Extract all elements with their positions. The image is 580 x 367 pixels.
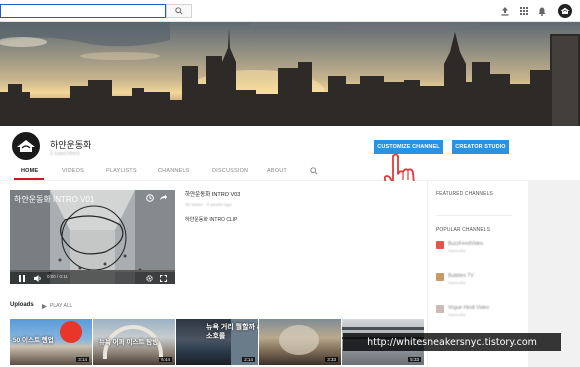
channel-avatar <box>436 273 444 281</box>
channel-avatar <box>436 305 444 313</box>
video-duration: 3:33 <box>325 357 338 362</box>
featured-video-description: 하얀운동화 INTRO CLIP <box>185 217 238 223</box>
tab-discussion[interactable]: DISCUSSION <box>212 168 248 174</box>
active-tab-indicator <box>14 178 44 180</box>
account-avatar[interactable] <box>558 4 572 18</box>
watch-later-icon[interactable] <box>144 192 156 204</box>
subscribe-label[interactable]: Subscribe <box>448 312 466 317</box>
tab-home[interactable]: HOME <box>21 168 38 174</box>
share-icon[interactable] <box>157 192 169 204</box>
subscriber-count: 0 subscribers <box>50 151 80 157</box>
bell-icon[interactable] <box>537 6 547 16</box>
city-skyline-image <box>0 22 580 126</box>
channel-name: Bubbles TV <box>448 273 474 279</box>
uploads-heading[interactable]: Uploads <box>10 302 34 308</box>
upload-thumbnail[interactable]: 뉴욕 거리 뭘할까 #01 소호를 2:14 <box>176 319 258 365</box>
youtube-channel-page: 하얀운동화 0 subscribers CUSTOMIZE CHANNEL CR… <box>0 0 580 367</box>
upload-thumbnail[interactable]: 3:33 <box>259 319 341 365</box>
featured-video-meta: 36 views · 4 weeks ago <box>185 202 232 207</box>
tab-videos[interactable]: VIDEOS <box>62 168 84 174</box>
search-icon <box>175 7 183 15</box>
thumbnail-overlay-text: 50 이스트 행업 <box>13 337 54 344</box>
volume-icon[interactable] <box>33 272 43 284</box>
video-duration: 2:14 <box>242 357 255 362</box>
subscribe-label[interactable]: Subscribe <box>448 248 466 253</box>
search-button[interactable] <box>166 4 192 18</box>
apps-icon[interactable] <box>519 6 529 16</box>
video-time: 0:00 / 0:11 <box>47 274 68 279</box>
sneaker-logo-icon <box>17 140 35 152</box>
watermark-url: http://whitesneakersnyc.tistory.com <box>343 333 561 351</box>
play-icon <box>42 303 47 309</box>
divider <box>436 215 512 216</box>
featured-video-title[interactable]: 하얀운동화 INTRO V03 <box>185 190 240 198</box>
subscribe-label[interactable]: Subscribe <box>448 280 466 285</box>
video-overlay-title: 하얀운동화 INTRO V01 <box>14 195 95 204</box>
channel-avatar[interactable] <box>10 130 42 162</box>
upload-thumbnail[interactable]: 뉴욕 어퍼 이스트 탐방 6:44 <box>93 319 175 365</box>
channel-name: Vogue Hindi Video <box>448 305 490 311</box>
thumbnail-overlay-text: 뉴욕 거리 뭘할까 #01 소호를 <box>206 324 258 340</box>
upload-icon[interactable] <box>500 6 510 16</box>
channel-title: 하얀운동화 <box>50 140 92 150</box>
tab-channels[interactable]: CHANNELS <box>158 168 190 174</box>
thumbnail-overlay-text: 뉴욕 어퍼 이스트 탐방 <box>99 339 159 346</box>
settings-gear-icon[interactable] <box>144 272 154 284</box>
creator-studio-button[interactable]: CREATOR STUDIO <box>452 140 509 154</box>
popular-channels-heading: POPULAR CHANNELS <box>436 227 491 233</box>
play-all-label: PLAY ALL <box>50 303 73 309</box>
channel-search-icon[interactable] <box>310 167 318 175</box>
play-button-icon[interactable] <box>17 272 27 284</box>
popular-channel-item[interactable]: Bubbles TV Subscribe <box>436 273 516 285</box>
video-duration: 5:33 <box>408 357 421 362</box>
video-duration: 3:14 <box>76 357 89 362</box>
upload-thumbnail[interactable]: 50 이스트 행업 3:14 <box>10 319 92 365</box>
popular-channel-item[interactable]: Vogue Hindi Video Subscribe <box>436 305 516 317</box>
play-all-link[interactable]: PLAY ALL <box>42 303 72 309</box>
tab-playlists[interactable]: PLAYLISTS <box>106 168 137 174</box>
popular-channel-item[interactable]: BuzzFeedVideo Subscribe <box>436 241 516 253</box>
tab-about[interactable]: ABOUT <box>267 168 287 174</box>
video-duration: 6:44 <box>159 357 172 362</box>
search-input[interactable] <box>0 4 166 18</box>
fullscreen-icon[interactable] <box>158 272 168 284</box>
channel-name: BuzzFeedVideo <box>448 241 484 247</box>
featured-channels-heading: FEATURED CHANNELS <box>436 191 493 197</box>
channel-banner <box>0 22 580 126</box>
channel-avatar <box>436 241 444 249</box>
